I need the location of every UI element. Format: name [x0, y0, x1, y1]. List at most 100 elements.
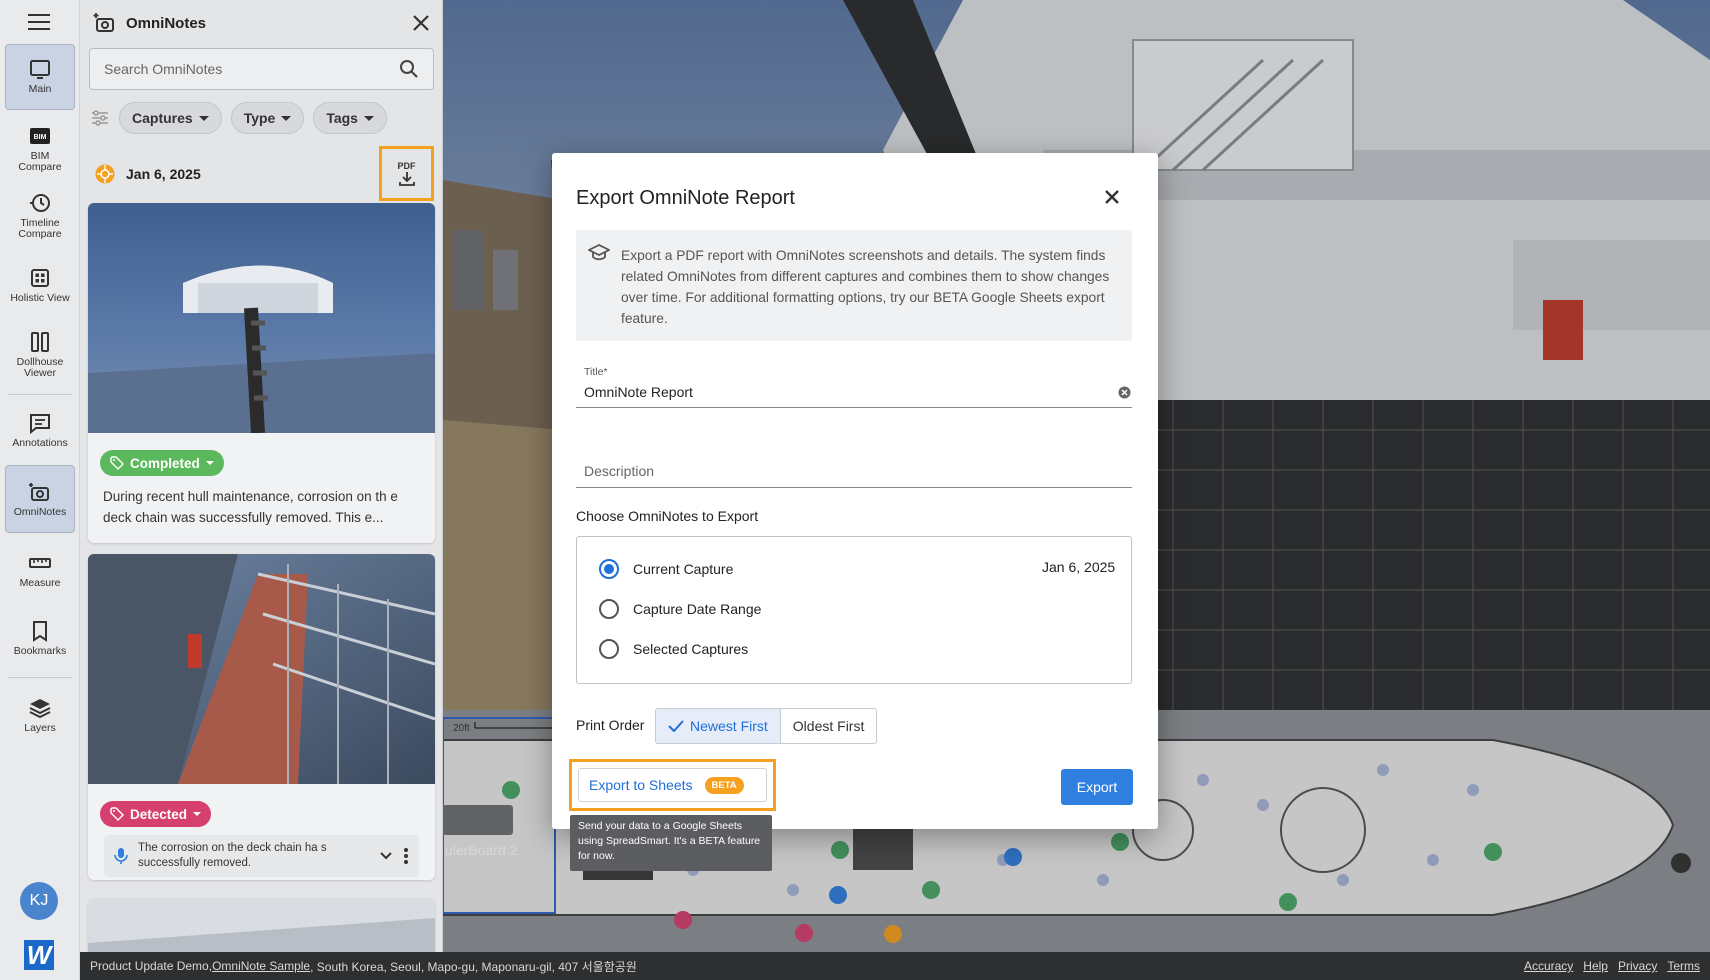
- rail-label: Bookmarks: [13, 645, 67, 657]
- option-selected-captures[interactable]: Selected Captures: [599, 639, 748, 659]
- pdf-export-button[interactable]: PDF: [379, 146, 434, 201]
- description-field[interactable]: Description: [576, 458, 1132, 488]
- status-bar: Product Update Demo, OmniNote Sample , S…: [80, 952, 1710, 980]
- option-current-capture[interactable]: Current Capture: [599, 559, 733, 579]
- choose-label: Choose OmniNotes to Export: [576, 508, 759, 524]
- sheets-highlight: Export to Sheets BETA: [569, 759, 776, 811]
- radio-unselected[interactable]: [599, 599, 619, 619]
- export-button[interactable]: Export: [1061, 769, 1133, 805]
- grid-icon: [31, 269, 49, 287]
- omninote-card[interactable]: Detected The corrosion on the deck chain…: [88, 554, 435, 880]
- close-icon[interactable]: [1100, 185, 1124, 209]
- status-tag[interactable]: Detected: [100, 801, 212, 827]
- radio-selected[interactable]: [599, 559, 619, 579]
- camera-note-icon: [93, 13, 114, 32]
- avatar[interactable]: KJ: [20, 882, 58, 920]
- close-icon[interactable]: [412, 14, 430, 32]
- clear-icon[interactable]: [1118, 386, 1131, 399]
- rail-item-layers[interactable]: Layers: [5, 696, 75, 734]
- voice-note: The corrosion on the deck chain ha s suc…: [104, 835, 419, 877]
- export-scope-group: Current Capture Jan 6, 2025 Capture Date…: [576, 536, 1132, 684]
- status-tag[interactable]: Completed: [100, 450, 224, 476]
- chevron-down-icon[interactable]: [379, 851, 393, 861]
- title-field[interactable]: Title* OmniNote Report: [576, 366, 1132, 408]
- caret-down-icon: [198, 115, 209, 121]
- hamburger-menu-icon[interactable]: [28, 14, 50, 32]
- capture-thumbnail: [88, 554, 435, 784]
- panel-title: OmniNotes: [126, 14, 207, 32]
- filter-type[interactable]: Type: [230, 102, 305, 134]
- newest-first-button[interactable]: Newest First: [656, 709, 781, 743]
- dialog-title: Export OmniNote Report: [576, 187, 795, 209]
- svg-text:BIM: BIM: [34, 134, 47, 141]
- rail-label: Dollhouse Viewer: [16, 356, 64, 379]
- filter-tags[interactable]: Tags: [313, 102, 387, 134]
- bim-icon: BIM: [30, 128, 50, 144]
- pdf-label: PDF: [397, 160, 416, 171]
- tag-label: Detected: [130, 806, 188, 822]
- rail-item-bookmarks[interactable]: Bookmarks: [5, 619, 75, 657]
- aperture-icon: [95, 164, 115, 184]
- rail-item-annotations[interactable]: Annotations: [5, 411, 75, 449]
- graduation-cap-icon: [588, 244, 610, 261]
- accuracy-link[interactable]: Accuracy: [1524, 959, 1573, 973]
- rail-label: BIM Compare: [18, 150, 62, 173]
- check-icon: [668, 720, 684, 732]
- rail-divider: [8, 677, 72, 678]
- columns-icon: [31, 332, 49, 352]
- microphone-icon[interactable]: [114, 847, 128, 865]
- option-label: Selected Captures: [633, 641, 749, 657]
- rail-item-timeline-compare[interactable]: Timeline Compare: [5, 191, 75, 240]
- panel-header: OmniNotes: [80, 0, 442, 46]
- rail-label: Holistic View: [10, 292, 70, 304]
- radio-unselected[interactable]: [599, 639, 619, 659]
- help-link[interactable]: Help: [1583, 959, 1608, 973]
- history-icon: [30, 194, 50, 212]
- terms-link[interactable]: Terms: [1667, 959, 1700, 973]
- tag-label: Completed: [130, 455, 200, 471]
- filter-bar: Captures Type Tags: [90, 102, 387, 134]
- rail-item-omninotes[interactable]: OmniNotes: [5, 465, 75, 533]
- omninote-card[interactable]: [88, 898, 435, 952]
- capture-thumbnail: [88, 203, 435, 434]
- sliders-icon[interactable]: [90, 108, 110, 128]
- omninote-card[interactable]: Completed During recent hull maintenance…: [88, 203, 435, 543]
- rail-item-measure[interactable]: Measure: [5, 551, 75, 589]
- rail-item-holistic-view[interactable]: Holistic View: [5, 266, 75, 304]
- status-location: , South Korea, Seoul, Mapo-gu, Maponaru-…: [310, 959, 637, 974]
- more-vertical-icon[interactable]: [403, 847, 409, 865]
- print-order-toggle: Newest First Oldest First: [655, 708, 878, 744]
- segment-label: Oldest First: [792, 718, 865, 734]
- ruler-icon: [29, 558, 51, 568]
- filter-label: Captures: [132, 110, 193, 126]
- filter-label: Tags: [326, 110, 358, 126]
- export-report-dialog: Export OmniNote Report Export a PDF repo…: [552, 153, 1158, 829]
- filter-label: Type: [243, 110, 276, 126]
- rail-label: OmniNotes: [13, 506, 67, 518]
- sheets-tooltip: Send your data to a Google Sheets using …: [570, 815, 772, 871]
- tag-icon: [110, 456, 124, 470]
- search-input[interactable]: [104, 61, 399, 77]
- rail-label: Timeline Compare: [18, 217, 62, 240]
- app-logo: W: [24, 940, 54, 970]
- search-icon[interactable]: [399, 59, 419, 79]
- oldest-first-button[interactable]: Oldest First: [781, 709, 877, 743]
- filter-captures[interactable]: Captures: [119, 102, 222, 134]
- caret-down-icon: [193, 812, 202, 816]
- title-field-label: Title*: [584, 366, 608, 378]
- title-field-value[interactable]: OmniNote Report: [584, 384, 693, 400]
- print-order-label: Print Order: [576, 717, 645, 733]
- card-tag-row: Detected: [88, 789, 435, 827]
- rail-label: Layers: [24, 722, 56, 734]
- export-to-sheets-button[interactable]: Export to Sheets BETA: [578, 768, 767, 802]
- option-capture-date-range[interactable]: Capture Date Range: [599, 599, 761, 619]
- omninote-sample-link[interactable]: OmniNote Sample: [212, 959, 310, 973]
- rail-item-bim-compare[interactable]: BIM BIM Compare: [5, 124, 75, 173]
- privacy-link[interactable]: Privacy: [1618, 959, 1657, 973]
- rail-label: Annotations: [12, 437, 68, 449]
- download-icon: [398, 171, 415, 186]
- rail-item-dollhouse-viewer[interactable]: Dollhouse Viewer: [5, 330, 75, 379]
- comment-icon: [30, 414, 50, 435]
- caret-down-icon: [205, 461, 214, 465]
- rail-item-main[interactable]: Main: [5, 44, 75, 110]
